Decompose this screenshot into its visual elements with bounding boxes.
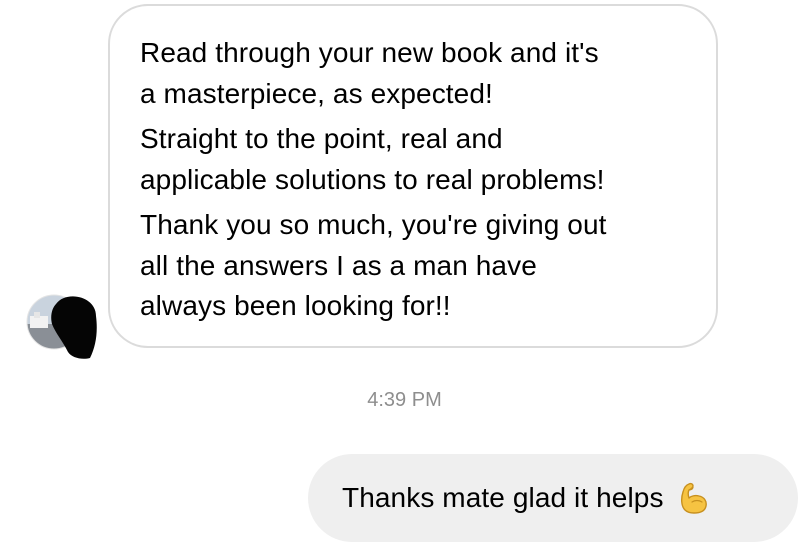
message-line: applicable solutions to real problems! [140,163,605,195]
outgoing-message-bubble[interactable]: Thanks mate glad it helps [308,454,798,542]
message-line: Thank you so much, you're giving out [140,209,607,240]
message-line: all the answers I as a man have [140,249,537,281]
sender-avatar[interactable] [26,294,97,359]
incoming-message-bubble[interactable]: Read through your new book and it's a ma… [108,4,718,348]
message-line: always been looking for!! [140,290,451,321]
outgoing-message-text: Thanks mate glad it helps [342,482,664,513]
message-timestamp: 4:39 PM [367,389,442,411]
flexed-biceps-icon [676,480,712,516]
avatar-image [26,294,97,359]
message-line: Read through your new book and it's [140,37,599,68]
message-line: Straight to the point, real and [140,123,503,154]
message-line: a masterpiece, as expected! [140,77,493,109]
